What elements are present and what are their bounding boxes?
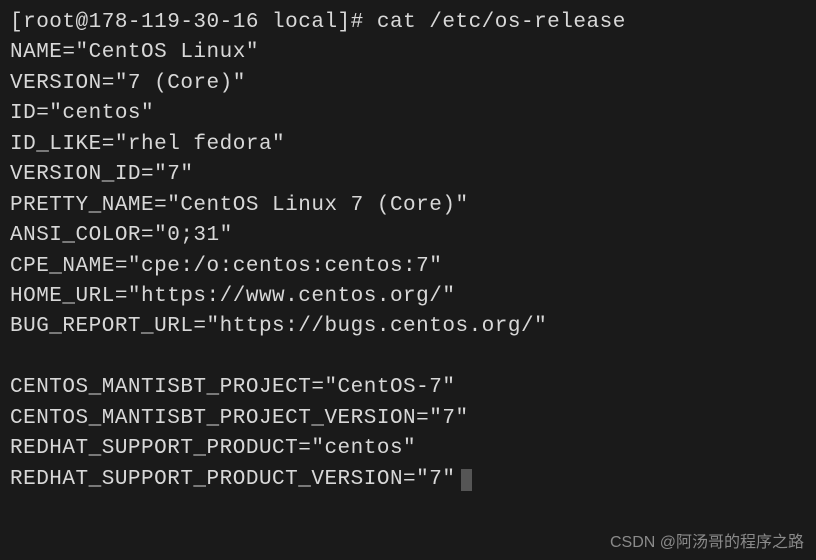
output-line: BUG_REPORT_URL="https://bugs.centos.org/…: [10, 312, 806, 342]
output-line: ID_LIKE="rhel fedora": [10, 130, 806, 160]
output-line: NAME="CentOS Linux": [10, 38, 806, 68]
output-line: CPE_NAME="cpe:/o:centos:centos:7": [10, 252, 806, 282]
terminal-window[interactable]: [root@178-119-30-16 local]# cat /etc/os-…: [10, 8, 806, 495]
command-line[interactable]: [root@178-119-30-16 local]# cat /etc/os-…: [10, 8, 806, 38]
shell-prompt: [root@178-119-30-16 local]#: [10, 11, 377, 34]
command-text: cat /etc/os-release: [377, 11, 626, 34]
output-line: PRETTY_NAME="CentOS Linux 7 (Core)": [10, 191, 806, 221]
output-line: VERSION_ID="7": [10, 160, 806, 190]
output-line: HOME_URL="https://www.centos.org/": [10, 282, 806, 312]
output-line-blank: [10, 343, 806, 373]
cursor-icon: [461, 469, 472, 491]
output-line: ANSI_COLOR="0;31": [10, 221, 806, 251]
output-last-line: REDHAT_SUPPORT_PRODUCT_VERSION="7": [10, 465, 806, 495]
output-line: CENTOS_MANTISBT_PROJECT_VERSION="7": [10, 404, 806, 434]
output-line: CENTOS_MANTISBT_PROJECT="CentOS-7": [10, 373, 806, 403]
watermark-text: CSDN @阿汤哥的程序之路: [610, 531, 804, 554]
output-line: ID="centos": [10, 99, 806, 129]
output-line: REDHAT_SUPPORT_PRODUCT="centos": [10, 434, 806, 464]
output-line: VERSION="7 (Core)": [10, 69, 806, 99]
